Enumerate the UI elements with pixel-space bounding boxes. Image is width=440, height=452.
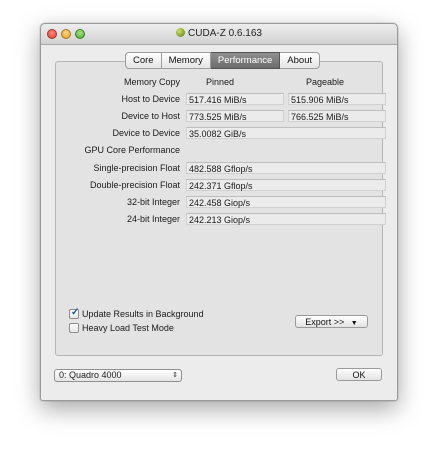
tab-performance[interactable]: Performance	[210, 52, 281, 69]
device-to-device-value: 35.0082 GiB/s	[186, 127, 386, 139]
device-to-device-label: Device to Device	[112, 128, 180, 138]
window-title: CUDA-Z 0.6.163	[41, 24, 397, 44]
chevron-down-icon: ▼	[350, 320, 358, 327]
host-to-device-pinned-value: 517.416 MiB/s	[186, 93, 284, 105]
checkmark-icon: ✓	[71, 307, 80, 318]
heavy-load-checkbox[interactable]	[69, 323, 79, 333]
tab-about[interactable]: About	[280, 52, 321, 69]
int24-label: 24-bit Integer	[126, 214, 180, 224]
device-select-value: 0: Quadro 4000	[59, 370, 122, 380]
pinned-column-header: Pinned	[206, 77, 235, 87]
gpu-core-performance-header: GPU Core Performance	[84, 145, 180, 155]
export-button-label: Export >>	[305, 317, 345, 327]
tab-core[interactable]: Core	[125, 52, 162, 69]
updown-arrows-icon: ⇕	[172, 372, 178, 379]
host-to-device-label: Host to Device	[121, 94, 180, 104]
device-select[interactable]: 0: Quadro 4000 ⇕	[54, 369, 182, 382]
pageable-column-header: Pageable	[306, 77, 345, 87]
window-title-text: CUDA-Z 0.6.163	[188, 28, 262, 39]
device-to-host-pageable-value: 766.525 MiB/s	[288, 110, 386, 122]
heavy-load-label[interactable]: Heavy Load Test Mode	[82, 322, 174, 334]
tab-memory[interactable]: Memory	[161, 52, 211, 69]
host-to-device-pageable-value: 515.906 MiB/s	[288, 93, 386, 105]
main-window: CUDA-Z 0.6.163 Core Memory Performance A…	[40, 23, 398, 401]
update-background-checkbox[interactable]: ✓	[69, 307, 80, 319]
int32-value: 242.458 Giop/s	[186, 196, 386, 208]
tab-bar: Core Memory Performance About	[125, 52, 321, 69]
export-button[interactable]: Export >> ▼	[295, 315, 368, 328]
int32-label: 32-bit Integer	[126, 197, 180, 207]
memory-copy-header: Memory Copy	[123, 77, 180, 87]
update-background-label[interactable]: Update Results in Background	[82, 308, 204, 320]
device-to-host-label: Device to Host	[121, 111, 180, 121]
cuda-z-app-icon	[176, 28, 186, 37]
single-precision-label: Single-precision Float	[93, 163, 180, 173]
double-precision-value: 242.371 Gflop/s	[186, 179, 386, 191]
double-precision-label: Double-precision Float	[89, 180, 180, 190]
title-bar[interactable]: CUDA-Z 0.6.163	[41, 24, 397, 45]
single-precision-value: 482.588 Gflop/s	[186, 162, 386, 174]
ok-button[interactable]: OK	[336, 368, 382, 381]
int24-value: 242.213 Giop/s	[186, 213, 386, 225]
device-to-host-pinned-value: 773.525 MiB/s	[186, 110, 284, 122]
